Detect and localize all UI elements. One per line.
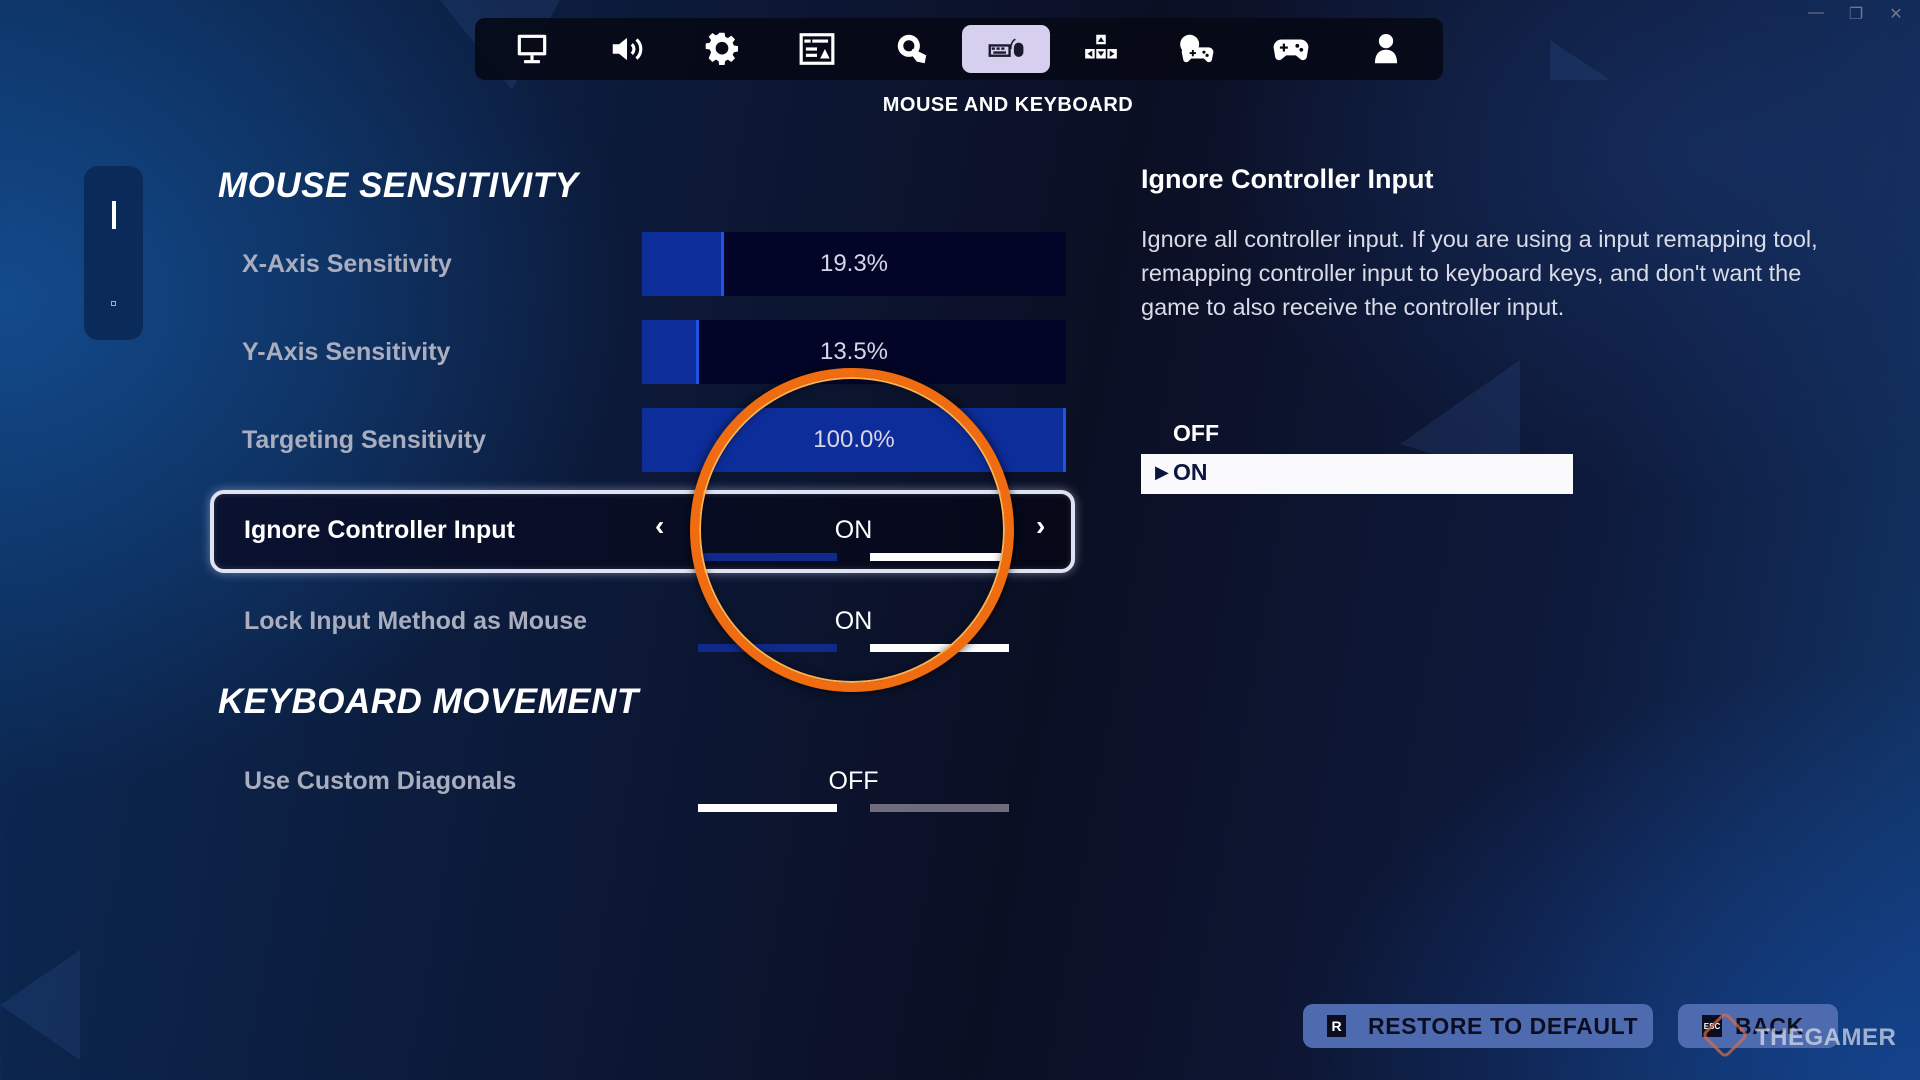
scroll-thumb[interactable] — [112, 201, 116, 229]
restore-label: RESTORE TO DEFAULT — [1368, 1012, 1639, 1039]
tab-account[interactable] — [1342, 25, 1430, 73]
tab-interface[interactable] — [773, 25, 861, 73]
option-off[interactable]: OFF — [1173, 420, 1219, 447]
toggle-on-segment — [870, 804, 1009, 812]
lock-input-value[interactable]: ON — [698, 607, 1009, 636]
scroll-rail[interactable] — [84, 166, 143, 340]
restore-to-default-button[interactable]: R RESTORE TO DEFAULT — [1303, 1004, 1653, 1048]
slider-value: 19.3% — [819, 250, 889, 277]
previous-option-arrow[interactable]: ‹ — [655, 510, 664, 542]
maximize-button[interactable]: ❐ — [1846, 4, 1866, 24]
arrow-keys-icon — [1085, 34, 1118, 59]
toggle-off-segment — [698, 644, 837, 652]
tab-mouse-and-keyboard[interactable] — [962, 25, 1051, 73]
targeting-label: Targeting Sensitivity — [242, 426, 487, 454]
tab-audio[interactable] — [583, 25, 671, 73]
interface-window-icon — [799, 33, 835, 65]
detail-title: Ignore Controller Input — [1141, 164, 1434, 194]
slider-value: 13.5% — [819, 338, 889, 365]
custom-diagonals-value[interactable]: OFF — [698, 767, 1009, 796]
tab-keyboard-controls[interactable] — [1057, 25, 1145, 73]
gear-icon — [705, 32, 738, 65]
section-title: MOUSE AND KEYBOARD — [882, 94, 1134, 116]
tab-accessibility[interactable] — [868, 25, 956, 73]
gear-touch-icon — [897, 34, 926, 64]
keyboard-mouse-icon — [988, 38, 1024, 57]
keyboard-movement-heading: KEYBOARD MOVEMENT — [218, 682, 639, 721]
toggle-on-segment — [870, 644, 1009, 652]
lock-input-label: Lock Input Method as Mouse — [244, 607, 588, 635]
option-on-label: ON — [1173, 459, 1208, 485]
ignore-controller-value: ON — [834, 516, 873, 544]
settings-tab-bar — [475, 18, 1443, 80]
person-icon — [1374, 33, 1397, 64]
gear-controller-icon — [1180, 34, 1214, 63]
option-on-selected[interactable]: ▶ ON — [1141, 454, 1573, 494]
y-axis-slider[interactable]: 13.5% — [642, 320, 1066, 384]
toggle-on-segment — [870, 553, 1001, 561]
speaker-icon — [612, 37, 643, 61]
custom-diagonals-label: Use Custom Diagonals — [244, 767, 517, 795]
selected-caret-icon: ▶ — [1155, 462, 1169, 482]
detail-description: Ignore all controller input. If you are … — [1141, 226, 1818, 320]
background-shard — [1550, 40, 1610, 80]
tab-controller[interactable] — [1152, 25, 1240, 73]
minimize-button[interactable]: — — [1806, 4, 1826, 24]
ignore-controller-label: Ignore Controller Input — [244, 516, 515, 544]
watermark: THEGAMER — [1755, 1024, 1897, 1051]
scroll-end-marker — [111, 301, 116, 306]
controller-icon — [1273, 39, 1309, 61]
targeting-slider[interactable]: 100.0% — [642, 408, 1066, 472]
monitor-icon — [518, 34, 547, 64]
mouse-sensitivity-heading: MOUSE SENSITIVITY — [218, 166, 579, 205]
window-controls: — ❐ ✕ — [1806, 4, 1906, 24]
close-button[interactable]: ✕ — [1886, 4, 1906, 24]
toggle-off-segment — [698, 804, 837, 812]
y-axis-label: Y-Axis Sensitivity — [242, 338, 451, 366]
tab-controller-bindings[interactable] — [1247, 25, 1335, 73]
tab-game[interactable] — [678, 25, 766, 73]
toggle-off-segment — [698, 553, 837, 561]
x-axis-slider[interactable]: 19.3% — [642, 232, 1066, 296]
slider-value: 100.0% — [813, 426, 895, 453]
background-shard — [0, 950, 80, 1060]
r-key-icon: R — [1327, 1015, 1346, 1037]
tab-display[interactable] — [488, 25, 576, 73]
x-axis-label: X-Axis Sensitivity — [242, 250, 452, 278]
next-option-arrow[interactable]: › — [1036, 510, 1045, 542]
